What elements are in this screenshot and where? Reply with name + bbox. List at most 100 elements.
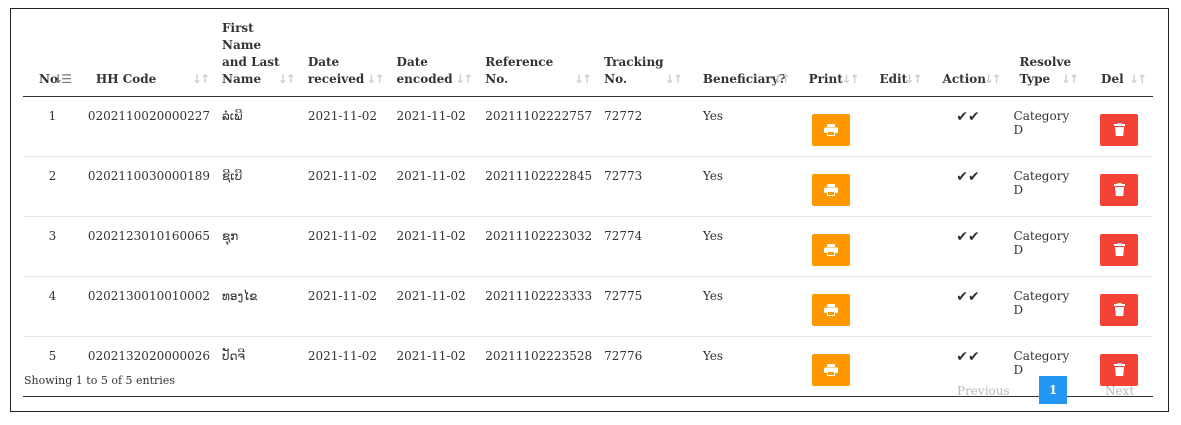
row-date-encoded: 2021-11-02 — [390, 216, 480, 277]
header-reference-line1: Reference — [485, 55, 554, 69]
header-print[interactable]: Print ↓↑ — [797, 20, 866, 97]
row-action-cell: ✔✔ — [928, 156, 1008, 217]
row-edit-cell — [866, 97, 929, 157]
sort-arrows-icon[interactable]: ↓↑ — [278, 71, 296, 88]
row-date-received: 2021-11-02 — [307, 109, 377, 123]
row-del-cell — [1085, 216, 1153, 277]
row-print-cell — [796, 336, 866, 397]
done-all-icon[interactable]: ✔✔ — [956, 229, 979, 245]
row-beneficiary: Yes — [688, 276, 797, 337]
row-hh-code: 0202110030000189 — [81, 156, 217, 217]
print-button[interactable] — [812, 113, 851, 146]
printer-icon — [824, 303, 839, 316]
row-edit-cell — [865, 276, 929, 337]
header-action-label: Action — [942, 72, 986, 86]
row-action-cell: ✔✔ — [928, 276, 1008, 337]
header-hh-code-label: HH Code — [95, 72, 157, 86]
table-row: 4 0202130010010002 ທອງໄຂ 2021-11-02 2021… — [23, 276, 1153, 337]
table-header-row: No ↓☰ HH Code ↓↑ First Name and Last Nam… — [23, 20, 1153, 97]
row-no: 3 — [23, 216, 82, 277]
row-reference-no: 20211102222845 — [479, 156, 599, 217]
print-button[interactable] — [812, 293, 851, 326]
header-reference-no[interactable]: Reference No. ↓↑ — [479, 20, 598, 97]
sort-arrows-icon[interactable]: ↓↑ — [772, 71, 790, 88]
header-date-received-line2: received — [307, 72, 365, 86]
sort-arrows-icon[interactable]: ↓↑ — [665, 71, 683, 88]
row-name: ລໍເພີ — [222, 109, 243, 123]
row-print-cell — [796, 276, 866, 337]
header-hh-code[interactable]: HH Code ↓↑ — [82, 20, 216, 97]
done-all-icon[interactable]: ✔✔ — [956, 109, 979, 125]
header-beneficiary[interactable]: Beneficiary? ↓↑ — [689, 20, 797, 97]
row-beneficiary: Yes — [688, 336, 797, 397]
header-edit[interactable]: Edit ↓↑ — [866, 20, 929, 97]
delete-button[interactable] — [1100, 113, 1139, 146]
sort-arrows-icon[interactable]: ↓↑ — [366, 71, 384, 88]
header-print-label: Print — [808, 72, 843, 86]
row-edit-cell — [865, 216, 929, 277]
header-date-received-label: Date received — [308, 54, 364, 88]
trash-icon — [1113, 243, 1125, 256]
sort-arrows-icon[interactable]: ↓↑ — [1061, 71, 1079, 88]
row-tracking-no: 72776 — [598, 336, 689, 397]
sort-arrows-icon[interactable]: ↓↑ — [841, 71, 859, 88]
print-button[interactable] — [812, 173, 851, 206]
header-date-received-line1: Date — [307, 55, 340, 69]
header-date-encoded[interactable]: Date encoded ↓↑ — [391, 20, 480, 97]
sort-arrows-icon[interactable]: ↓↑ — [192, 71, 210, 88]
row-reference-no: 20211102223528 — [479, 336, 599, 397]
header-name[interactable]: First Name and Last Name ↓↑ — [216, 20, 302, 97]
row-no: 1 — [48, 109, 57, 123]
previous-page-button[interactable]: Previous — [957, 384, 1010, 398]
pagination: Previous 1 Next — [930, 376, 1150, 404]
trash-icon — [1113, 123, 1125, 136]
sort-asc-icon[interactable]: ↓☰ — [53, 71, 72, 88]
header-no[interactable]: No ↓☰ — [23, 20, 82, 97]
header-resolve-line1: Resolve — [1019, 55, 1072, 69]
delete-button[interactable] — [1100, 233, 1139, 266]
sort-arrows-icon[interactable]: ↓↑ — [574, 71, 592, 88]
row-no: 5 — [23, 336, 82, 397]
done-all-icon[interactable]: ✔✔ — [956, 349, 979, 365]
header-date-encoded-label: Date encoded — [397, 54, 453, 88]
row-date-encoded: 2021-11-02 — [390, 336, 480, 397]
table-row: 2 0202110030000189 ຊີເບີ 2021-11-02 2021… — [23, 156, 1153, 217]
row-beneficiary: Yes — [702, 109, 724, 123]
sort-arrows-icon[interactable]: ↓↑ — [904, 71, 922, 88]
row-date-encoded: 2021-11-02 — [396, 109, 466, 123]
table-row: 3 0202123010160065 ຊຸກ 2021-11-02 2021-1… — [23, 216, 1153, 277]
row-name: ຊຸກ — [216, 216, 302, 277]
print-button[interactable] — [812, 233, 851, 266]
trash-icon — [1113, 303, 1125, 316]
sort-arrows-icon[interactable]: ↓↑ — [1129, 71, 1147, 88]
header-date-received[interactable]: Date received ↓↑ — [302, 20, 391, 97]
header-resolve-line2: Type — [1019, 72, 1051, 86]
row-edit-cell — [865, 336, 929, 397]
sort-arrows-icon[interactable]: ↓↑ — [455, 71, 473, 88]
row-print-cell — [797, 97, 866, 157]
header-name-line1: First — [222, 21, 254, 35]
row-del-cell — [1085, 276, 1153, 337]
header-del[interactable]: Del ↓↑ — [1085, 20, 1153, 97]
print-button[interactable] — [812, 353, 851, 386]
row-action-cell: ✔✔ — [929, 97, 1008, 157]
printer-icon — [824, 243, 839, 256]
delete-button[interactable] — [1100, 173, 1139, 206]
row-date-encoded: 2021-11-02 — [390, 156, 480, 217]
printer-icon — [824, 183, 839, 196]
done-all-icon[interactable]: ✔✔ — [956, 289, 979, 305]
row-name: ຊີເບີ — [216, 156, 302, 217]
sort-arrows-icon[interactable]: ↓↑ — [983, 71, 1001, 88]
delete-button[interactable] — [1100, 293, 1139, 326]
header-name-line4: Name — [222, 72, 262, 86]
row-reference-no: 20211102223333 — [479, 276, 599, 337]
page-1-button[interactable]: 1 — [1039, 376, 1067, 404]
header-tracking-no[interactable]: Tracking No. ↓↑ — [598, 20, 689, 97]
row-resolve-type: Category D — [1013, 109, 1070, 137]
header-action[interactable]: Action ↓↑ — [929, 20, 1008, 97]
row-print-cell — [796, 216, 866, 277]
done-all-icon[interactable]: ✔✔ — [956, 169, 979, 185]
entries-info: Showing 1 to 5 of 5 entries — [24, 374, 175, 387]
next-page-button[interactable]: Next — [1105, 384, 1134, 398]
header-resolve-type[interactable]: Resolve Type ↓↑ — [1008, 20, 1085, 97]
